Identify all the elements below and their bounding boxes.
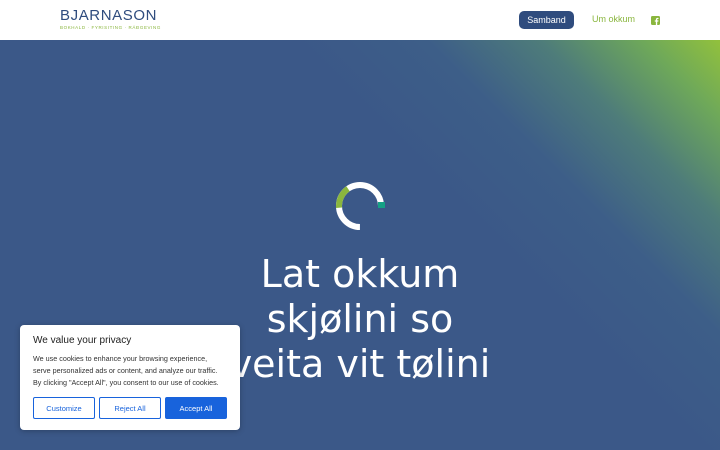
cookie-text-line: By clicking "Accept All", you consent to… bbox=[33, 378, 219, 387]
customize-button[interactable]: Customize bbox=[33, 397, 95, 419]
cookie-text-line: We use cookies to enhance your browsing … bbox=[33, 354, 208, 363]
cookie-consent-banner: We value your privacy We use cookies to … bbox=[20, 325, 240, 430]
loading-ring-icon bbox=[336, 182, 385, 230]
facebook-icon[interactable] bbox=[651, 16, 660, 25]
cookie-text-line: serve personalized ads or content, and a… bbox=[33, 366, 218, 375]
logo-name: BJARNASON bbox=[60, 7, 158, 24]
site-header: BJARNASON BOKHALD · FYRISITING · RÁÐGEVI… bbox=[0, 0, 720, 40]
cookie-title: We value your privacy bbox=[33, 335, 132, 346]
logo-tagline: BOKHALD · FYRISITING · RÁÐGEVING bbox=[60, 25, 161, 30]
headline-line: Lat okkum bbox=[260, 252, 460, 296]
site-logo[interactable]: BJARNASON BOKHALD · FYRISITING · RÁÐGEVI… bbox=[60, 7, 161, 31]
reject-all-button[interactable]: Reject All bbox=[99, 397, 161, 419]
about-link[interactable]: Um okkum bbox=[592, 14, 635, 24]
cookie-button-row: Customize Reject All Accept All bbox=[33, 397, 227, 419]
cookie-description: We use cookies to enhance your browsing … bbox=[33, 353, 227, 389]
contact-button[interactable]: Samband bbox=[519, 11, 574, 29]
accept-all-button[interactable]: Accept All bbox=[165, 397, 227, 419]
